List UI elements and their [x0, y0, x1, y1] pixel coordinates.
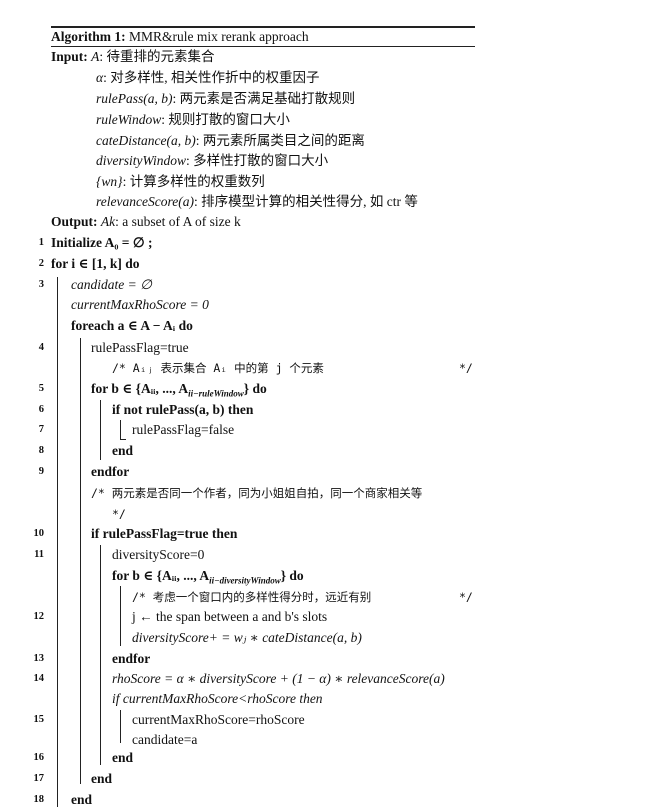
input-desc: : 两元素所属类目之间的距离 [195, 133, 365, 148]
line-number: 9 [38, 466, 44, 477]
comment-same-author: /* 两元素是否同一个作者，同为小姐姐自拍，同一个商家相关等 [91, 486, 423, 500]
line-current-max-init: currentMaxRhoScore = 0 [71, 297, 209, 312]
line-for-b-diversity: for b ∈ {Aᵢᵢ, ..., Aii−diversityWindow} … [112, 567, 304, 590]
line-diversity-init: diversityScore=0 [112, 547, 205, 562]
line-number: 10 [33, 528, 45, 539]
input-name: relevanceScore(a) [96, 194, 194, 209]
line-number: 3 [38, 279, 44, 290]
line-if-not-rulepass: if not rulePass(a, b) then [112, 402, 254, 417]
line-endfor: endfor [91, 464, 130, 479]
input-name: {wn} [96, 174, 123, 189]
block-bar-for-b-div [120, 586, 122, 646]
line-number: 14 [33, 673, 45, 684]
input-row-7: relevanceScore(a): 排序模型计算的相关性得分, 如 ctr 等 [96, 193, 418, 211]
line-number: 8 [38, 445, 44, 456]
line-if-rulepassflag: if rulePassFlag=true then [91, 526, 238, 541]
block-bar-for-b [100, 400, 102, 460]
line-number: 6 [38, 404, 44, 415]
line-text: if currentMaxRhoScore<rhoScore then [112, 691, 323, 706]
input-desc: : 排序模型计算的相关性得分, 如 ctr 等 [193, 194, 418, 209]
input-desc: : 多样性打散的窗口大小 [186, 153, 329, 168]
line-number: 15 [33, 714, 45, 725]
comment-aij: /* Aᵢⱼ 表示集合 Aᵢ 中的第 j 个元素 [112, 361, 324, 375]
block-bar-foreach [80, 338, 82, 784]
line-rulepassflag-false: rulePassFlag=false [132, 422, 235, 437]
input-name: diversityWindow [96, 153, 186, 168]
line-if-current-max: if currentMaxRhoScore<rhoScore then [112, 690, 323, 708]
line-for-b-rule: for b ∈ {Aᵢᵢ, ..., Aii−ruleWindow} do [91, 380, 267, 403]
output-name: Ak [100, 214, 116, 229]
comment-end: */ [459, 590, 473, 604]
line-end-if: end [112, 443, 134, 458]
line-tail: } do [280, 568, 304, 583]
line-number: 12 [33, 611, 45, 622]
block-end-tick [120, 439, 126, 441]
line-number: 16 [33, 752, 45, 763]
line-set-current-max: currentMaxRhoScore=rhoScore [132, 712, 305, 727]
input-row-3: ruleWindow: 规则打散的窗口大小 [96, 111, 290, 129]
caption-rule [51, 46, 475, 47]
input-name: cateDistance(a, b) [96, 133, 196, 148]
algorithm-title: MMR&rule mix rerank approach [129, 29, 309, 44]
input-desc: : 对多样性, 相关性作折中的权重因子 [103, 70, 320, 85]
input-row-5: diversityWindow: 多样性打散的窗口大小 [96, 152, 328, 170]
line-number: 2 [38, 258, 44, 269]
line-number: 7 [38, 424, 44, 435]
output-label: Output: [51, 214, 98, 229]
input-row-6: {wn}: 计算多样性的权重数列 [96, 173, 265, 191]
input-row-1: α: 对多样性, 相关性作折中的权重因子 [96, 69, 319, 87]
comment-end: */ [112, 507, 126, 521]
block-bar-for-i [57, 277, 59, 807]
line-span: j ← the span between a and b's slots [132, 609, 328, 624]
line-text: for i ∈ [1, k] do [51, 256, 140, 271]
line-set-candidate: candidate=a [132, 732, 198, 747]
line-number: 17 [33, 773, 45, 784]
line-end-foreach: end [71, 792, 93, 807]
block-bar-if-not [120, 420, 122, 440]
line-for-i: for i ∈ [1, k] do [51, 255, 140, 273]
line-tail: } do [243, 381, 267, 396]
block-bar-if-max [120, 710, 122, 743]
block-bar-if-flag [100, 545, 102, 765]
line-number: 1 [38, 237, 44, 248]
input-row-0: Input: A: 待重排的元素集合 [51, 48, 215, 66]
output-desc: : a subset of A of size k [115, 214, 241, 229]
line-candidate-init: candidate = ∅ [71, 277, 152, 292]
line-number: 4 [38, 342, 44, 353]
line-text: for b ∈ {Aᵢᵢ, ..., A [112, 568, 210, 583]
input-desc: : 待重排的元素集合 [99, 49, 215, 64]
line-end-if-flag: end [91, 771, 113, 786]
input-desc: : 规则打散的窗口大小 [161, 112, 290, 127]
line-rulepassflag-true: rulePassFlag=true [91, 340, 189, 355]
input-row-2: rulePass(a, b): 两元素是否满足基础打散规则 [96, 90, 355, 108]
line-number: 18 [33, 794, 45, 805]
line-subscript: ii−ruleWindow [188, 388, 244, 399]
input-row-4: cateDistance(a, b): 两元素所属类目之间的距离 [96, 132, 365, 150]
comment-end: */ [459, 361, 473, 375]
line-subscript: ii−diversityWindow [209, 575, 281, 586]
line-text: for b ∈ {Aᵢᵢ, ..., A [91, 381, 189, 396]
line-number: 13 [33, 653, 45, 664]
line-rhoscore: rhoScore = α ∗ diversityScore + (1 − α) … [112, 671, 445, 686]
algorithm-caption: Algorithm 1: MMR&rule mix rerank approac… [51, 28, 309, 46]
input-name: ruleWindow [96, 112, 162, 127]
algorithm-label: Algorithm 1: [51, 29, 126, 44]
line-number: 11 [34, 549, 44, 560]
input-desc: : 计算多样性的权重数列 [122, 174, 265, 189]
line-text: Initialize A₀ = ∅ ; [51, 235, 153, 250]
output-row: Output: Ak: a subset of A of size k [51, 213, 241, 231]
line-diversity-accumulate: diversityScore+ = wⱼ ∗ cateDistance(a, b… [132, 630, 362, 645]
line-end-if-max: end [112, 750, 134, 765]
input-label: Input: [51, 49, 88, 64]
input-name: rulePass(a, b) [96, 91, 173, 106]
line-initialize: Initialize A₀ = ∅ ; [51, 234, 153, 252]
line-number: 5 [38, 383, 44, 394]
input-desc: : 两元素是否满足基础打散规则 [172, 91, 356, 106]
comment-window: /* 考虑一个窗口内的多样性得分时，远近有别 [132, 590, 372, 604]
line-endfor-diversity: endfor [112, 651, 151, 666]
line-foreach: foreach a ∈ A − Aᵢ do [71, 318, 193, 333]
